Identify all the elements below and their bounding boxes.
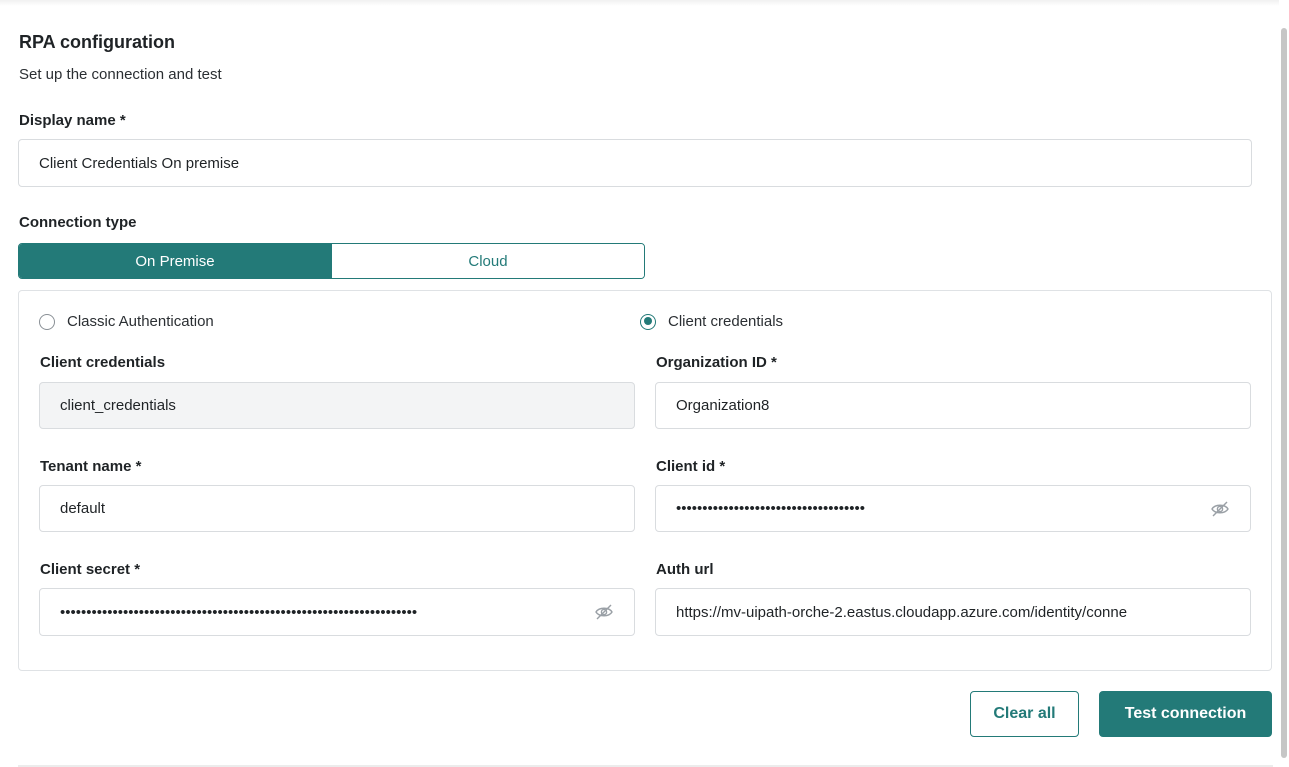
- scrollbar[interactable]: [1279, 0, 1289, 767]
- client-credentials-label: Client credentials: [40, 354, 166, 371]
- tenant-name-value: default: [60, 500, 106, 517]
- display-name-value: Client Credentials On premise: [39, 154, 240, 172]
- connection-type-toggle: On Premise Cloud: [18, 243, 645, 279]
- client-secret-label: Client secret *: [40, 561, 141, 578]
- radio-classic-authentication[interactable]: Classic Authentication: [39, 313, 214, 330]
- display-name-label: Display name *: [19, 112, 126, 129]
- top-shadow: [0, 0, 1279, 6]
- tab-on-premise[interactable]: On Premise: [19, 244, 331, 278]
- client-credentials-value: client_credentials: [60, 397, 176, 414]
- radio-checked-icon: [640, 313, 656, 330]
- tenant-name-input[interactable]: default: [39, 485, 635, 532]
- client-id-value: ••••••••••••••••••••••••••••••••••••: [676, 500, 866, 517]
- auth-url-label: Auth url: [656, 561, 714, 578]
- auth-url-input[interactable]: https://mv-uipath-orche-2.eastus.cloudap…: [655, 588, 1251, 636]
- scrollbar-thumb[interactable]: [1281, 28, 1287, 758]
- client-id-label: Client id *: [656, 458, 726, 475]
- page-subtitle: Set up the connection and test: [19, 66, 222, 83]
- display-name-input[interactable]: Client Credentials On premise: [18, 139, 1252, 187]
- client-credentials-field: client_credentials: [39, 382, 635, 429]
- organization-id-value: Organization8: [676, 397, 770, 414]
- client-secret-value: ••••••••••••••••••••••••••••••••••••••••…: [60, 603, 418, 621]
- eye-off-icon[interactable]: [594, 603, 614, 621]
- organization-id-label: Organization ID *: [656, 354, 777, 371]
- tab-cloud[interactable]: Cloud: [331, 244, 644, 278]
- auth-url-value: https://mv-uipath-orche-2.eastus.cloudap…: [676, 603, 1128, 621]
- client-id-input[interactable]: ••••••••••••••••••••••••••••••••••••: [655, 485, 1251, 532]
- organization-id-input[interactable]: Organization8: [655, 382, 1251, 429]
- radio-client-credentials-label: Client credentials: [668, 313, 784, 330]
- page-title: RPA configuration: [19, 32, 175, 52]
- radio-client-credentials[interactable]: Client credentials: [640, 313, 783, 330]
- radio-classic-label: Classic Authentication: [67, 313, 214, 330]
- client-secret-input[interactable]: ••••••••••••••••••••••••••••••••••••••••…: [39, 588, 635, 636]
- tenant-name-label: Tenant name *: [40, 458, 142, 475]
- test-connection-button[interactable]: Test connection: [1099, 691, 1272, 737]
- connection-type-label: Connection type: [19, 214, 137, 231]
- clear-all-button[interactable]: Clear all: [970, 691, 1079, 737]
- eye-off-icon[interactable]: [1210, 500, 1230, 518]
- radio-unchecked-icon: [39, 313, 55, 330]
